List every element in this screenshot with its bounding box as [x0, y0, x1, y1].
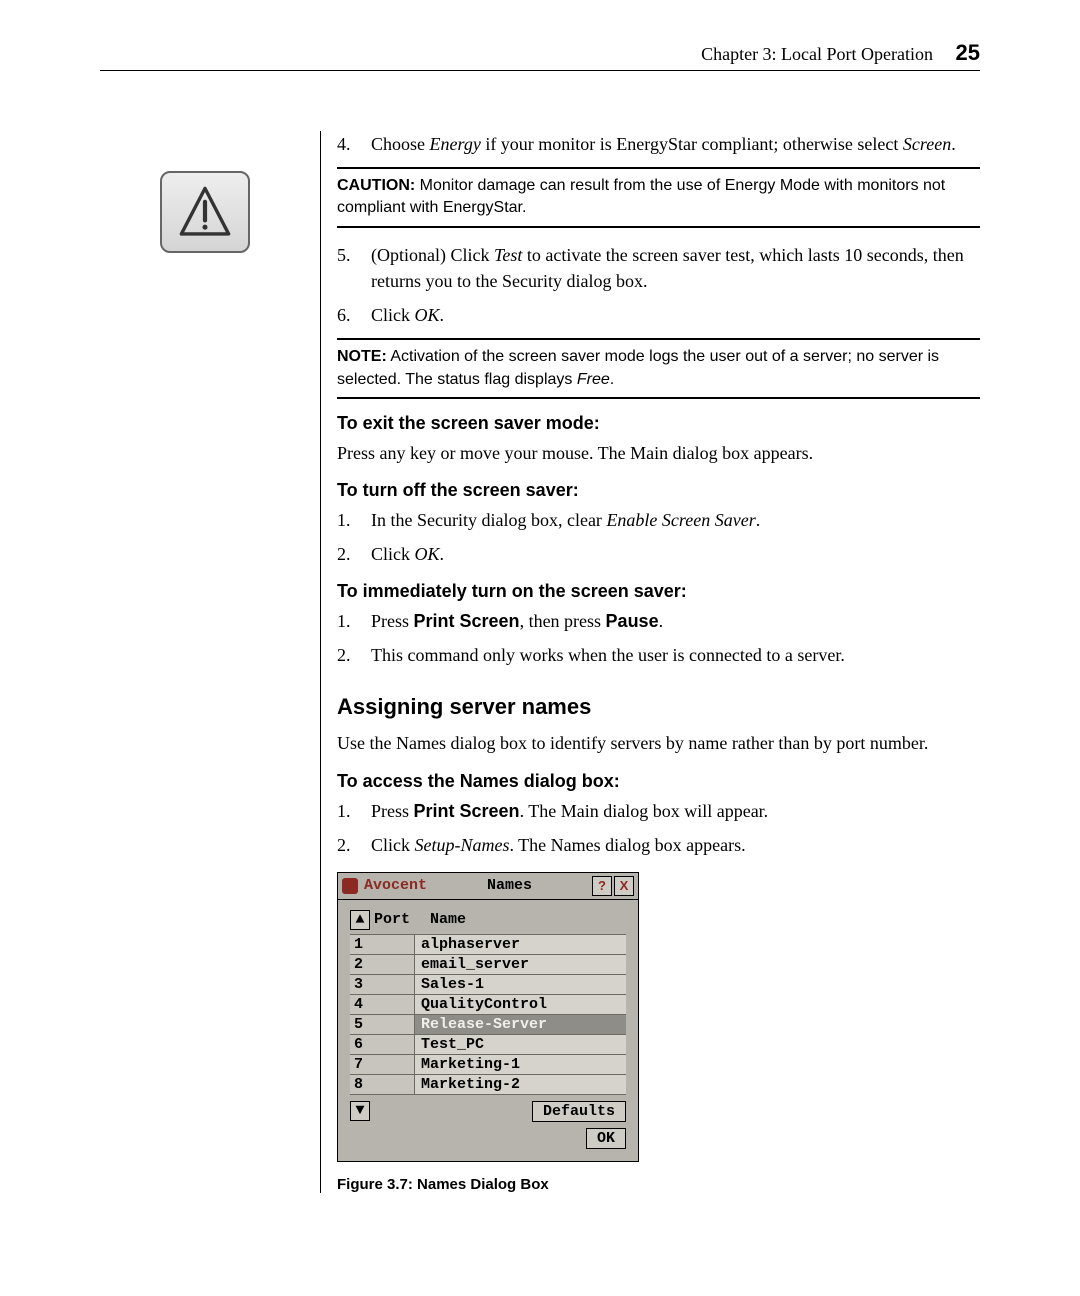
- step-4: 4. Choose Energy if your monitor is Ener…: [337, 131, 980, 157]
- step-number: 4.: [337, 131, 371, 157]
- step-number: 2.: [337, 832, 371, 858]
- caution-text: Monitor damage can result from the use o…: [337, 177, 945, 216]
- port-cell: 8: [350, 1075, 415, 1094]
- step-text: Click Setup-Names. The Names dialog box …: [371, 832, 980, 858]
- port-cell: 2: [350, 955, 415, 974]
- port-cell: 1: [350, 935, 415, 954]
- step-number: 1.: [337, 608, 371, 634]
- step-number: 2.: [337, 541, 371, 567]
- server-list: 1alphaserver2email_server3Sales-14Qualit…: [350, 934, 626, 1095]
- port-cell: 6: [350, 1035, 415, 1054]
- exit-body: Press any key or move your mouse. The Ma…: [337, 440, 980, 466]
- close-button[interactable]: X: [614, 876, 634, 896]
- name-cell[interactable]: Sales-1: [415, 975, 626, 994]
- immediate-step-2: 2. This command only works when the user…: [337, 642, 980, 668]
- col-name-label[interactable]: Name: [430, 911, 626, 928]
- step-number: 2.: [337, 642, 371, 668]
- table-row[interactable]: 4QualityControl: [350, 995, 626, 1015]
- caution-box: CAUTION: Monitor damage can result from …: [337, 167, 980, 228]
- name-cell[interactable]: email_server: [415, 955, 626, 974]
- step-text: (Optional) Click Test to activate the sc…: [371, 242, 980, 294]
- dialog-title: Names: [427, 877, 592, 894]
- step-number: 5.: [337, 242, 371, 294]
- table-row[interactable]: 2email_server: [350, 955, 626, 975]
- turn-off-step-2: 2. Click OK.: [337, 541, 980, 567]
- names-dialog: Avocent Names ? X ▲ Port Name: [337, 872, 639, 1162]
- table-row[interactable]: 8Marketing-2: [350, 1075, 626, 1095]
- step-text: Press Print Screen, then press Pause.: [371, 608, 980, 634]
- subhead-access-names: To access the Names dialog box:: [337, 771, 980, 792]
- chapter-label: Chapter 3: Local Port Operation: [701, 44, 933, 64]
- table-row[interactable]: 1alphaserver: [350, 935, 626, 955]
- subhead-exit: To exit the screen saver mode:: [337, 413, 980, 434]
- col-port-label[interactable]: Port: [374, 911, 430, 928]
- sort-up-icon: ▲: [355, 911, 364, 928]
- caution-lead: CAUTION:: [337, 177, 415, 194]
- brand-logo-icon: [342, 878, 358, 894]
- port-cell: 7: [350, 1055, 415, 1074]
- step-text: This command only works when the user is…: [371, 642, 980, 668]
- dialog-titlebar[interactable]: Avocent Names ? X: [338, 873, 638, 900]
- note-lead: NOTE:: [337, 348, 387, 365]
- name-cell[interactable]: Test_PC: [415, 1035, 626, 1054]
- page-number: 25: [956, 40, 980, 65]
- table-row[interactable]: 3Sales-1: [350, 975, 626, 995]
- table-row[interactable]: 5Release-Server: [350, 1015, 626, 1035]
- section-title: Assigning server names: [337, 694, 980, 720]
- name-cell[interactable]: Marketing-2: [415, 1075, 626, 1094]
- help-button[interactable]: ?: [592, 876, 612, 896]
- turn-off-step-1: 1. In the Security dialog box, clear Ena…: [337, 507, 980, 533]
- more-button[interactable]: ▼: [350, 1101, 370, 1121]
- table-row[interactable]: 6Test_PC: [350, 1035, 626, 1055]
- brand-name: Avocent: [364, 877, 427, 894]
- defaults-button[interactable]: Defaults: [532, 1101, 626, 1122]
- subhead-immediate: To immediately turn on the screen saver:: [337, 581, 980, 602]
- step-number: 6.: [337, 302, 371, 328]
- step-5: 5. (Optional) Click Test to activate the…: [337, 242, 980, 294]
- name-cell[interactable]: Marketing-1: [415, 1055, 626, 1074]
- note-text: Activation of the screen saver mode logs…: [337, 348, 939, 387]
- name-cell[interactable]: alphaserver: [415, 935, 626, 954]
- ok-button[interactable]: OK: [586, 1128, 626, 1149]
- name-cell[interactable]: QualityControl: [415, 995, 626, 1014]
- chevron-down-icon: ▼: [355, 1102, 364, 1119]
- running-head: Chapter 3: Local Port Operation 25: [100, 40, 980, 66]
- caution-icon: [160, 171, 250, 253]
- step-text: Click OK.: [371, 541, 980, 567]
- port-cell: 5: [350, 1015, 415, 1034]
- step-text: Press Print Screen. The Main dialog box …: [371, 798, 980, 824]
- step-number: 1.: [337, 507, 371, 533]
- subhead-turn-off: To turn off the screen saver:: [337, 480, 980, 501]
- access-step-2: 2. Click Setup-Names. The Names dialog b…: [337, 832, 980, 858]
- sort-button[interactable]: ▲: [350, 910, 370, 930]
- column-headers: ▲ Port Name: [350, 910, 626, 930]
- port-cell: 4: [350, 995, 415, 1014]
- step-text: In the Security dialog box, clear Enable…: [371, 507, 980, 533]
- access-step-1: 1. Press Print Screen. The Main dialog b…: [337, 798, 980, 824]
- port-cell: 3: [350, 975, 415, 994]
- step-6: 6. Click OK.: [337, 302, 980, 328]
- step-text: Click OK.: [371, 302, 980, 328]
- immediate-step-1: 1. Press Print Screen, then press Pause.: [337, 608, 980, 634]
- table-row[interactable]: 7Marketing-1: [350, 1055, 626, 1075]
- note-box: NOTE: Activation of the screen saver mod…: [337, 338, 980, 399]
- step-text: Choose Energy if your monitor is EnergyS…: [371, 131, 980, 157]
- name-cell[interactable]: Release-Server: [415, 1015, 626, 1034]
- step-number: 1.: [337, 798, 371, 824]
- header-rule: [100, 70, 980, 71]
- section-intro: Use the Names dialog box to identify ser…: [337, 730, 980, 756]
- figure-caption: Figure 3.7: Names Dialog Box: [337, 1176, 980, 1193]
